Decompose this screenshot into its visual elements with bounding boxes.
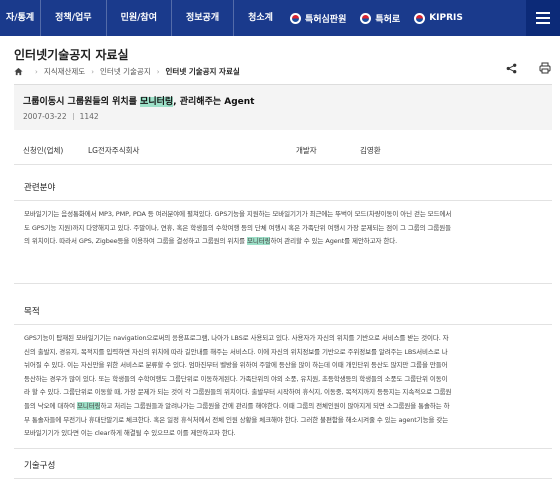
- nav-item-civil[interactable]: 민원/참여: [107, 0, 172, 36]
- flag-icon: [360, 12, 372, 24]
- breadcrumb-item[interactable]: 인터넷 기술공지: [100, 66, 151, 77]
- section-title-purpose: 목적: [24, 307, 40, 317]
- applicant-value: LG전자주식회사: [88, 146, 140, 155]
- flag-icon: [289, 12, 301, 24]
- paragraph-line: 등산하는 경우가 많이 있다. 또는 학생들의 수학여행도 그룹단위로 이동하게…: [24, 374, 448, 383]
- share-icon: [506, 63, 516, 73]
- view-count: 1142: [79, 112, 99, 121]
- section-divider: [14, 200, 552, 201]
- menu-button[interactable]: [526, 0, 560, 36]
- paragraph-line: 들의 낙오에 대하여 모니터링하고 처리는 그룹원들과 알려나가는 그룹원을 간…: [24, 401, 450, 410]
- section-title-tech: 기술구성: [24, 461, 56, 471]
- link-trial-board[interactable]: 특허심판원: [283, 0, 353, 36]
- paragraph-line: 뉘어질 수 있다. 이는 자신만을 위한 서비스로 분류할 수 있다. 엄마진부…: [24, 361, 448, 370]
- print-icon: [539, 62, 551, 74]
- nav-item-disclosure[interactable]: 정보공개: [172, 0, 235, 36]
- breadcrumb-separator: ›: [91, 67, 95, 76]
- document-meta: 2007-03-22 1142: [23, 112, 99, 121]
- section-divider: [14, 448, 552, 449]
- section-divider: [14, 324, 552, 325]
- breadcrumb-item[interactable]: 지식재산제도: [44, 66, 85, 77]
- page-title: 인터넷기술공지 자료실: [14, 48, 129, 62]
- nav-item-office[interactable]: 청소계: [234, 0, 283, 36]
- paragraph-line: 의 위치이다. 따라서 GPS, Zigbee등을 이용하여 그룹을 결성하고 …: [24, 237, 398, 246]
- breadcrumb-separator: ›: [156, 67, 160, 76]
- paragraph-line: 모바일기기는 음성통화에서 MP3, PMP, PDA 등 여러분야에 펼쳐있다…: [24, 210, 452, 218]
- highlighted-term: 모니터링: [76, 401, 101, 410]
- kipris-label: KIPRIS: [429, 13, 463, 23]
- section-divider: [14, 283, 552, 284]
- paragraph-line: 모바일기기가 있다면 이는 clear하게 해결될 수 있으므로 이를 제안하고…: [24, 429, 236, 438]
- link-patent-ro[interactable]: 특허로: [353, 0, 407, 36]
- trial-board-label: 특허심판원: [304, 14, 347, 25]
- field-paragraph: 모바일기기는 음성통화에서 MP3, PMP, PDA 등 여러분야에 펼쳐있다…: [24, 208, 538, 249]
- paragraph-line: 라 할 수 있다. 그룹단위로 이동할 때, 가장 문제가 되는 것이 각 그룹…: [24, 388, 452, 397]
- info-row: 신청인(업체) LG전자주식회사 개발자 김영환: [14, 135, 552, 165]
- paragraph-line: 신의 출발지, 경유지, 목적지를 입력하면 자신의 위치에 따라 길안내를 해…: [24, 347, 448, 356]
- applicant-label: 신청인(업체): [23, 146, 64, 155]
- paragraph-line: GPS기능이 탑재된 모바일기기는 navigation으로써의 응용프로그램,…: [24, 334, 449, 342]
- document-header: 그룹이동시 그룹원들의 위치를 모니터링, 관리해주는 Agent 2007-0…: [14, 84, 552, 130]
- share-button[interactable]: [500, 57, 522, 79]
- breadcrumb: › 지식재산제도 › 인터넷 기술공지 › 인터넷 기술공지 자료실: [14, 66, 240, 77]
- section-title-field: 관련분야: [24, 183, 56, 193]
- paragraph-line: 도 GPS기능 지원)까지 다양해지고 있다. 주말이나, 연휴, 혹은 학생들…: [24, 223, 451, 232]
- flag-icon: [414, 12, 426, 24]
- document-date: 2007-03-22: [23, 112, 67, 121]
- highlighted-term: 모니터링: [246, 237, 271, 246]
- document-title: 그룹이동시 그룹원들의 위치를 모니터링, 관리해주는 Agent: [23, 97, 255, 107]
- link-kipris[interactable]: KIPRIS: [407, 0, 470, 36]
- paragraph-line: 부 통솔자들에 무전기나 휴대단말기로 체크한다. 혹은 일정 휴식처에서 전체…: [24, 415, 449, 424]
- highlighted-term: 모니터링: [140, 97, 174, 107]
- home-icon[interactable]: [14, 67, 23, 76]
- nav-item-statistics[interactable]: 자/통계: [0, 0, 42, 36]
- nav-item-policy[interactable]: 정책/업무: [41, 0, 107, 36]
- developer-label: 개발자: [296, 146, 317, 155]
- breadcrumb-separator: ›: [35, 67, 38, 76]
- breadcrumb-current: 인터넷 기술공지 자료실: [165, 67, 240, 76]
- top-navigation-bar: 자/통계 정책/업무 민원/참여 정보공개 청소계 특허심판원 특허로 KIPR…: [0, 0, 560, 36]
- menu-icon: [536, 12, 550, 14]
- developer-value: 김영환: [360, 146, 381, 155]
- patent-ro-label: 특허로: [375, 14, 401, 25]
- section-divider: [14, 478, 552, 479]
- purpose-paragraph: GPS기능이 탑재된 모바일기기는 navigation으로써의 응용프로그램,…: [24, 332, 538, 441]
- print-button[interactable]: [534, 57, 556, 79]
